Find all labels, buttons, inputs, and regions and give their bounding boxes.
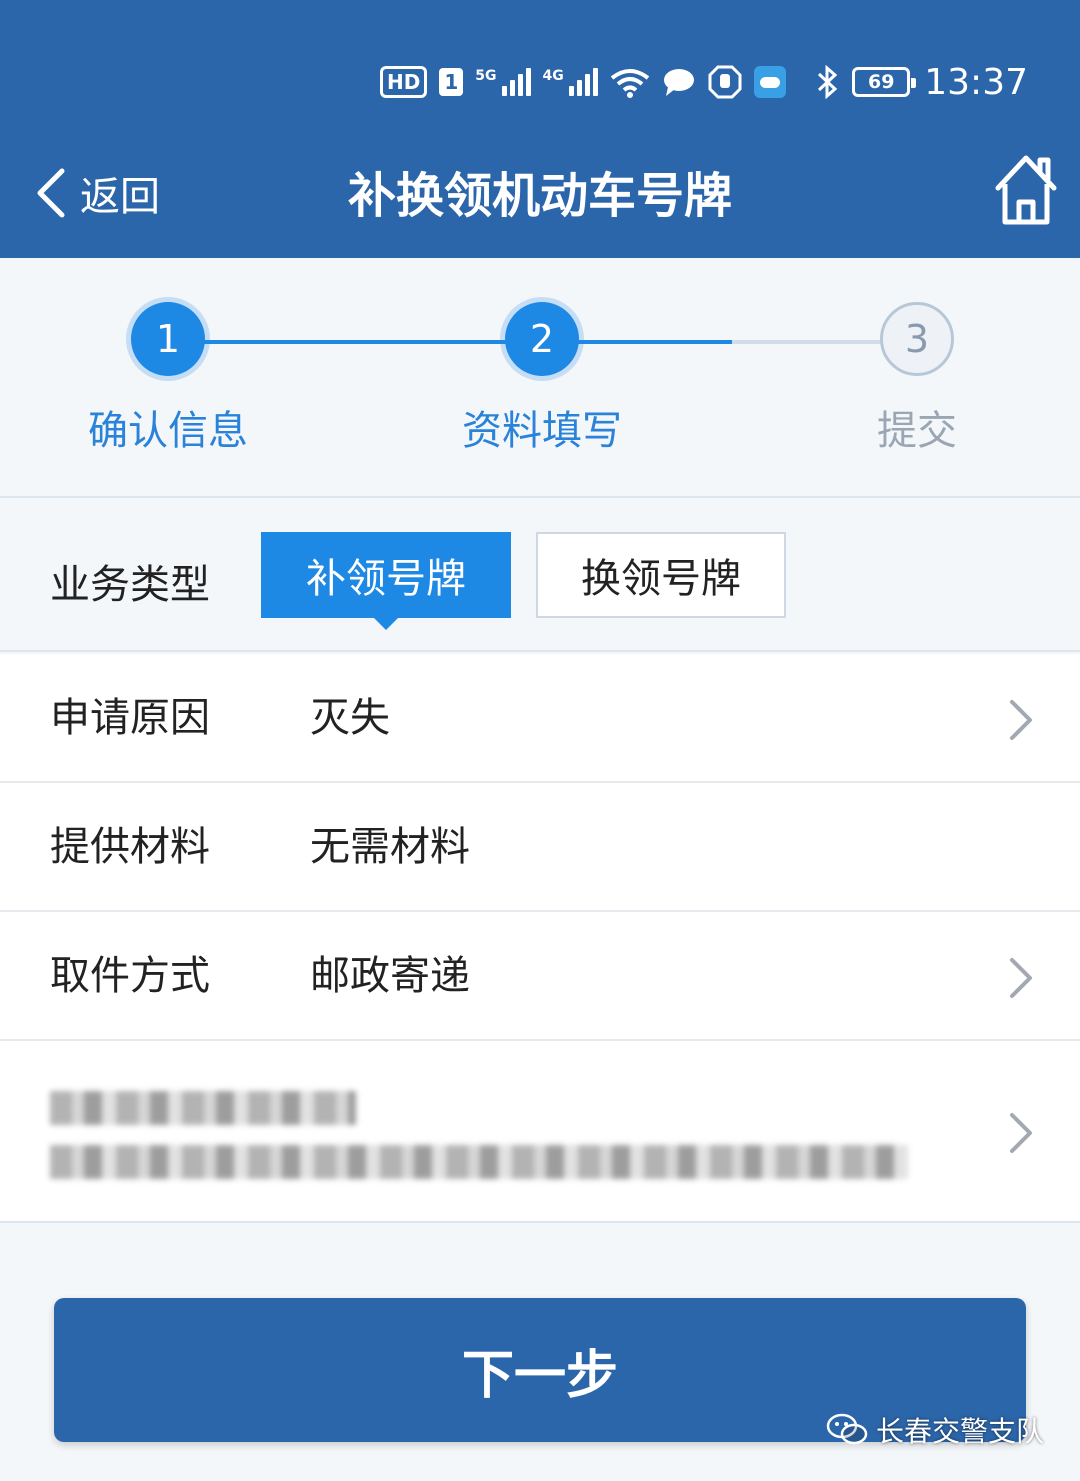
- chat-icon: [663, 69, 694, 96]
- chevron-right-icon: [1010, 958, 1032, 998]
- step-confirm-info: 1 确认信息: [48, 302, 288, 456]
- step-number: 3: [880, 302, 954, 376]
- hand-icon: [708, 65, 742, 99]
- business-type-label: 业务类型: [50, 562, 210, 608]
- watermark-text: 长春交警支队: [875, 1415, 1044, 1448]
- step-fill-materials: 2 资料填写: [422, 302, 662, 456]
- chevron-right-icon: [1010, 700, 1032, 740]
- row-materials: 提供材料 无需材料: [0, 783, 1080, 912]
- redacted-address: [50, 1145, 908, 1179]
- step-label: 提交: [877, 408, 957, 454]
- net-type-4g: 4G: [542, 68, 564, 84]
- row-value: 灭失: [310, 695, 390, 741]
- signal-5g-icon: 5G: [475, 68, 531, 96]
- home-icon: [995, 155, 1057, 225]
- chevron-right-icon: [1010, 1113, 1032, 1153]
- option-replace-plate[interactable]: 换领号牌: [536, 532, 786, 618]
- progress-steps: 1 确认信息 2 资料填写 3 提交: [0, 258, 1080, 498]
- status-icons: HD 1 5G 4G: [380, 65, 786, 99]
- wifi-icon: [610, 69, 649, 98]
- net-type-5g: 5G: [475, 68, 497, 84]
- status-bar: HD 1 5G 4G 69 13:37: [380, 52, 1028, 112]
- clock: 13:37: [924, 61, 1028, 103]
- home-button[interactable]: [992, 152, 1060, 232]
- status-right: 69 13:37: [816, 62, 1028, 103]
- app-header: HD 1 5G 4G 69 13:37 返回 补换领机动车号牌: [0, 0, 1080, 258]
- row-mailing-address[interactable]: [0, 1041, 1080, 1223]
- row-label: 取件方式: [50, 953, 210, 999]
- row-pickup-method[interactable]: 取件方式 邮政寄递: [0, 912, 1080, 1041]
- step-number: 1: [131, 302, 205, 376]
- step-label: 确认信息: [88, 408, 248, 454]
- row-application-reason[interactable]: 申请原因 灭失: [0, 654, 1080, 783]
- form-rows: 申请原因 灭失 提供材料 无需材料 取件方式 邮政寄递: [0, 654, 1080, 1223]
- watermark: 长春交警支队: [826, 1410, 1044, 1450]
- weather-icon: [753, 66, 786, 98]
- hd-badge: HD: [380, 66, 428, 98]
- step-number: 2: [505, 302, 579, 376]
- option-reissue-plate[interactable]: 补领号牌: [261, 532, 511, 630]
- battery-level: 69: [868, 71, 895, 93]
- sim-badge: 1: [439, 68, 464, 96]
- row-value: 邮政寄递: [310, 953, 470, 999]
- row-value: 无需材料: [310, 824, 470, 870]
- row-label: 申请原因: [50, 695, 210, 741]
- page-title: 补换领机动车号牌: [347, 168, 732, 224]
- redacted-recipient: [50, 1091, 356, 1125]
- battery-icon: 69: [852, 67, 917, 97]
- signal-4g-icon: 4G: [543, 68, 598, 96]
- business-type-section: 业务类型 补领号牌 换领号牌: [0, 500, 1080, 652]
- step-submit: 3 提交: [797, 302, 1037, 456]
- step-label: 资料填写: [462, 408, 622, 454]
- row-label: 提供材料: [50, 824, 210, 870]
- wechat-icon: [826, 1413, 868, 1445]
- bluetooth-icon: [818, 65, 838, 99]
